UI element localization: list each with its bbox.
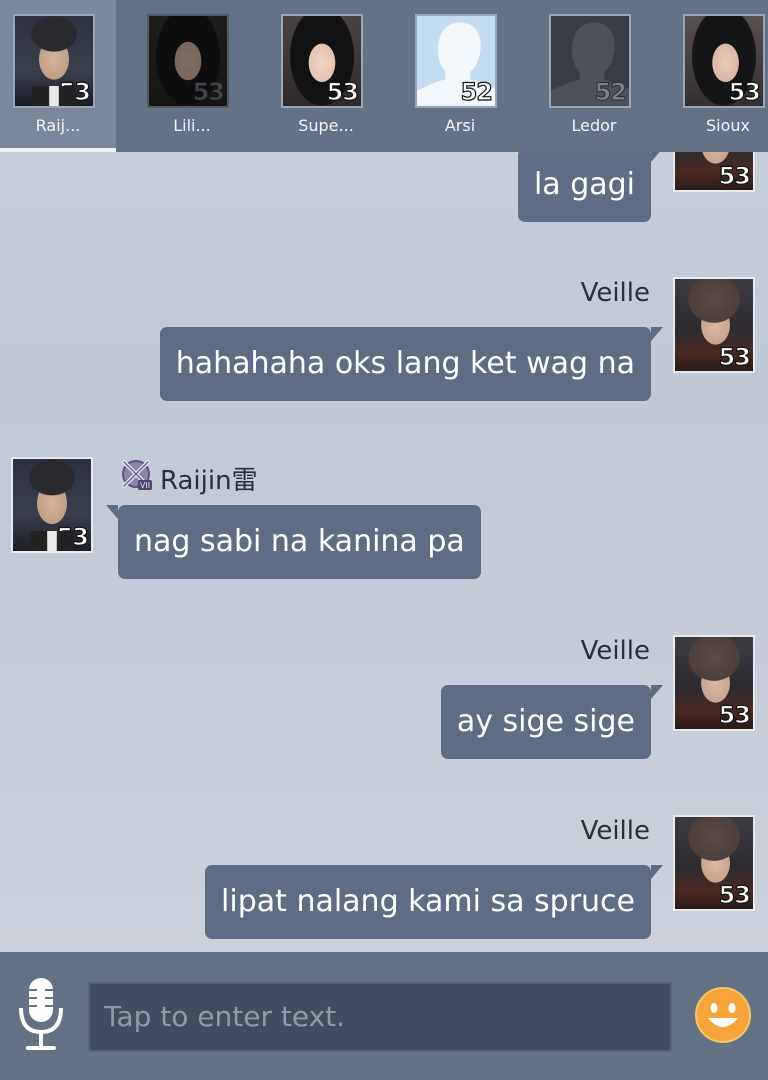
svg-text:VII: VII bbox=[140, 481, 150, 490]
level-badge: 53 bbox=[326, 77, 360, 106]
contact-avatar: 52 bbox=[415, 14, 497, 108]
smiley-icon[interactable] bbox=[694, 986, 752, 1044]
contact-tab-5[interactable]: 52 Ledor bbox=[536, 0, 652, 152]
message-bubble: lipat nalang kami sa spruce bbox=[205, 865, 663, 939]
sender-avatar[interactable]: 53 bbox=[673, 277, 755, 373]
input-bar: Tap to enter text. bbox=[0, 952, 768, 1080]
level-badge: 53 bbox=[192, 78, 225, 107]
sender-avatar[interactable]: 53 bbox=[673, 635, 755, 731]
contact-tab-1[interactable]: 53 Raij... bbox=[0, 0, 116, 152]
contact-tab-6[interactable]: 53 Sioux bbox=[670, 0, 768, 152]
level-badge: 52 bbox=[460, 77, 494, 106]
contact-name: Sioux bbox=[706, 116, 750, 135]
sender-name: Veille bbox=[580, 816, 650, 846]
contact-tab-4[interactable]: 52 Arsi bbox=[402, 0, 518, 152]
sender-name: Veille bbox=[580, 636, 650, 666]
contact-avatar: 53 bbox=[147, 14, 229, 108]
contact-tab-2[interactable]: 53 Lili... bbox=[134, 0, 250, 152]
contact-name: Lili... bbox=[173, 116, 211, 135]
sender-avatar[interactable]: 53 bbox=[11, 457, 93, 553]
message-bubble: nag sabi na kanina pa bbox=[106, 505, 481, 579]
level-badge: 53 bbox=[56, 522, 90, 551]
contact-tab-3[interactable]: 53 Supe... bbox=[268, 0, 384, 152]
chat-log[interactable]: 53 la gagi Veille 53 hahahaha oks lang k… bbox=[0, 152, 768, 952]
contact-avatar: 53 bbox=[13, 14, 95, 108]
contact-name: Raij... bbox=[35, 116, 81, 135]
rank-badge-icon: VII bbox=[122, 460, 152, 490]
message-bubble: la gagi bbox=[517, 152, 664, 222]
level-badge: 53 bbox=[58, 77, 92, 106]
microphone-icon[interactable] bbox=[16, 976, 66, 1056]
level-badge: 53 bbox=[728, 77, 762, 106]
contact-avatar: 52 bbox=[549, 14, 631, 108]
contact-name: Ledor bbox=[571, 116, 617, 135]
contact-avatar: 53 bbox=[683, 14, 765, 108]
level-badge: 53 bbox=[718, 342, 752, 371]
level-badge: 53 bbox=[718, 161, 752, 190]
contact-avatar: 53 bbox=[281, 14, 363, 108]
message-bubble: hahahaha oks lang ket wag na bbox=[159, 327, 664, 401]
level-badge: 53 bbox=[718, 700, 752, 729]
contact-name: Supe... bbox=[298, 116, 354, 135]
level-badge: 53 bbox=[718, 880, 752, 909]
contact-bar: 53 Raij... 53 Lili... 53 Supe... 52 Arsi bbox=[0, 0, 768, 152]
contact-name: Arsi bbox=[444, 116, 476, 135]
sender-name: Veille bbox=[580, 278, 650, 308]
sender-avatar[interactable]: 53 bbox=[673, 152, 755, 192]
message-bubble: ay sige sige bbox=[440, 685, 664, 759]
sender-avatar[interactable]: 53 bbox=[673, 815, 755, 911]
chat-input[interactable]: Tap to enter text. bbox=[88, 982, 672, 1052]
sender-name: Raijin雷 bbox=[160, 466, 258, 496]
level-badge: 52 bbox=[594, 78, 627, 107]
